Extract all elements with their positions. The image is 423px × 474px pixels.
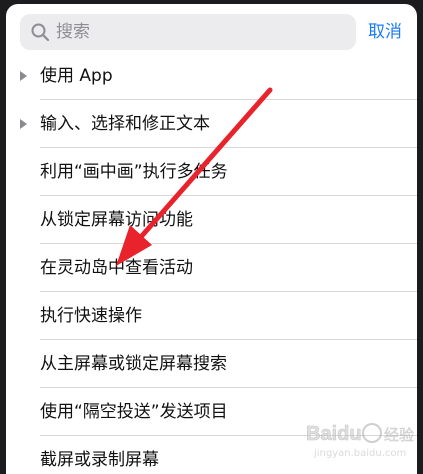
search-field[interactable]	[20, 14, 356, 50]
list-item-label: 从锁定屏幕访问功能	[40, 210, 193, 230]
disclosure-triangle-icon[interactable]	[20, 119, 27, 129]
list-item-label: 输入、选择和修正文本	[40, 114, 210, 134]
cancel-button[interactable]: 取消	[368, 14, 402, 50]
list-item-label: 截屏或录制屏幕	[40, 450, 159, 470]
search-input[interactable]	[56, 14, 346, 50]
list-item-label: 执行快速操作	[40, 306, 142, 326]
disclosure-triangle-icon[interactable]	[20, 71, 27, 81]
list-item-use-app[interactable]: 使用 App	[6, 52, 417, 100]
list-item-dynamic-island[interactable]: 在灵动岛中查看活动	[6, 244, 417, 292]
list-item-label: 利用“画中画”执行多任务	[40, 162, 228, 182]
topic-list: 使用 App 输入、选择和修正文本 利用“画中画”执行多任务 从锁定屏幕访问功能…	[6, 52, 417, 474]
list-item-lock-screen-access[interactable]: 从锁定屏幕访问功能	[6, 196, 417, 244]
list-item-airdrop[interactable]: 使用“隔空投送”发送项目	[6, 388, 417, 436]
help-sheet: 取消 使用 App 输入、选择和修正文本 利用“画中画”执行多任务 从锁定屏幕访…	[6, 4, 417, 474]
list-item-label: 使用 App	[40, 66, 113, 86]
list-item-label: 在灵动岛中查看活动	[40, 258, 193, 278]
list-item-label: 从主屏幕或锁定屏幕搜索	[40, 354, 227, 374]
list-item-label: 使用“隔空投送”发送项目	[40, 402, 228, 422]
list-item-picture-in-picture[interactable]: 利用“画中画”执行多任务	[6, 148, 417, 196]
list-item-screenshot[interactable]: 截屏或录制屏幕	[6, 436, 417, 474]
list-item-quick-actions[interactable]: 执行快速操作	[6, 292, 417, 340]
list-item-home-search[interactable]: 从主屏幕或锁定屏幕搜索	[6, 340, 417, 388]
search-icon	[31, 23, 50, 42]
list-item-edit-text[interactable]: 输入、选择和修正文本	[6, 100, 417, 148]
